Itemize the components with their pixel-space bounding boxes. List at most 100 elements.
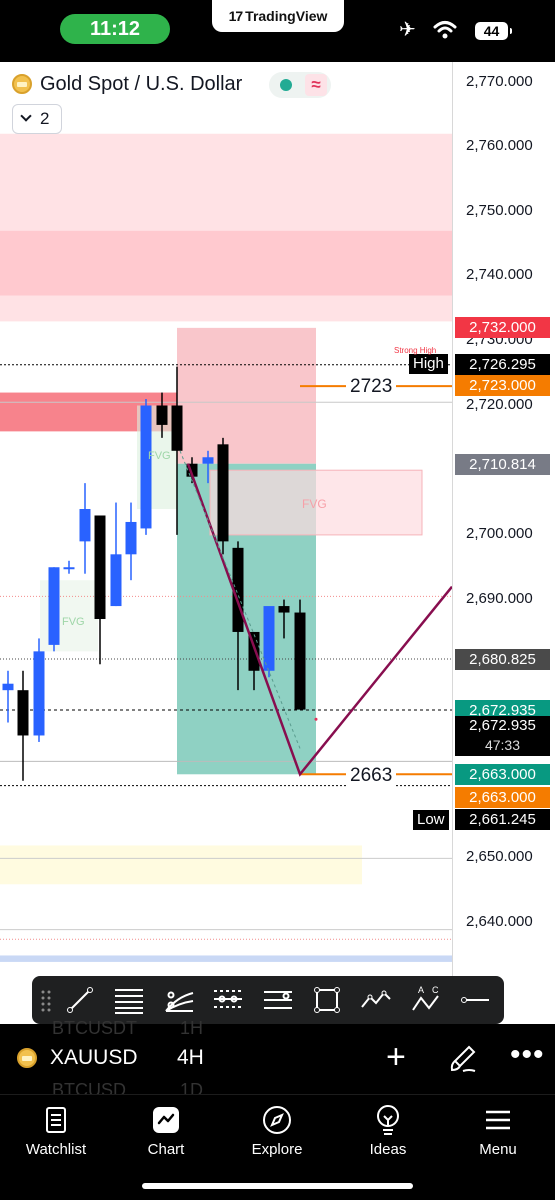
bar-countdown: 2,672.935 47:33 [455, 716, 550, 756]
lightbulb-icon [377, 1105, 399, 1135]
abcd-pattern-tool-icon[interactable]: AC [406, 980, 446, 1020]
price-axis[interactable] [452, 62, 453, 1024]
nav-menu-label: Menu [479, 1141, 517, 1158]
drawing-brush-icon[interactable] [449, 1044, 477, 1079]
symbol-title[interactable]: Gold Spot / U.S. Dollar [40, 73, 242, 96]
candle-body [63, 567, 75, 570]
more-options-icon[interactable]: ••• [510, 1040, 545, 1070]
battery-icon: 44 [475, 22, 512, 40]
supply-zone-strong [0, 230, 452, 296]
nav-explore-label: Explore [251, 1141, 303, 1158]
price-tick: 2,750.000 [466, 202, 533, 219]
home-indicator [142, 1183, 413, 1189]
candle-body [263, 606, 275, 671]
nav-ideas-label: Ideas [369, 1141, 407, 1158]
low-tag: Low [413, 810, 449, 830]
target-green-label: 2,663.000 [455, 764, 550, 785]
bottom-band [0, 955, 452, 962]
candle-body [110, 554, 122, 607]
tradingview-logo-icon: 17 [228, 8, 244, 24]
level-text-lower[interactable]: 2663 [346, 765, 397, 787]
nav-chart[interactable]: Chart [116, 1103, 216, 1158]
compass-icon [263, 1106, 291, 1134]
parallel-channel-tool-icon[interactable] [208, 980, 248, 1020]
resistance-price-label: 2,732.000 [455, 317, 550, 338]
demand-zone [0, 845, 362, 885]
short-stop-zone [177, 327, 316, 464]
gold-symbol-icon [12, 74, 32, 94]
market-status-pill[interactable]: ≈ [269, 72, 331, 98]
target-orange-label: 2,663.000 [455, 787, 550, 808]
svg-text:A: A [418, 985, 424, 995]
candle-body [94, 515, 106, 620]
gold-symbol-icon [17, 1048, 37, 1068]
symbol-row: BTCUSDT 1H BTCUSD 1D XAUUSD 4H + ••• [0, 1018, 555, 1100]
candle-body [33, 651, 45, 736]
fib-retracement-tool-icon[interactable] [109, 980, 149, 1020]
watchlist-icon [46, 1107, 66, 1133]
fvg-label-left: FVG [62, 616, 85, 628]
candle-body [156, 405, 168, 425]
ghost-ticker: BTCUSDT [52, 1018, 137, 1038]
fvg-label-mid: FVG [148, 450, 171, 462]
chart-header: Gold Spot / U.S. Dollar [12, 70, 243, 98]
toolbar-grip-icon[interactable] [41, 988, 51, 1012]
gray-level-label: 2,710.814 [455, 454, 550, 475]
price-tick: 2,760.000 [466, 137, 533, 154]
price-tick: 2,700.000 [466, 525, 533, 542]
wave-icon: ≈ [305, 74, 327, 96]
indicators-collapse-button[interactable]: 2 [12, 104, 62, 134]
level-text-upper[interactable]: 2723 [346, 376, 397, 398]
chart-area[interactable]: Gold Spot / U.S. Dollar ≈ 2 2,770.000 2,… [0, 62, 555, 1024]
orange-level-label: 2,723.000 [455, 375, 550, 396]
low-price-label: 2,661.245 [455, 809, 550, 830]
candle-body [79, 509, 91, 542]
wifi-icon [433, 20, 457, 44]
market-open-dot-icon [280, 79, 292, 91]
symbol-ticker-button[interactable]: XAUUSD [50, 1046, 138, 1070]
high-tag: High [409, 354, 448, 374]
strong-high-annotation: Strong High [394, 346, 437, 355]
candle-body [171, 405, 183, 451]
interval-button[interactable]: 4H [177, 1046, 204, 1070]
fvg-label-right: FVG [302, 497, 327, 511]
nav-menu[interactable]: Menu [448, 1103, 548, 1158]
add-plus-icon[interactable]: + [386, 1040, 406, 1074]
price-tick: 2,690.000 [466, 590, 533, 607]
ghost-interval: 1H [180, 1018, 204, 1038]
candle-body [48, 567, 60, 645]
svg-text:C: C [432, 985, 439, 995]
price-tick: 2,650.000 [466, 848, 533, 865]
price-tick: 2,640.000 [466, 913, 533, 930]
pitchfork-tool-icon[interactable] [159, 980, 199, 1020]
nav-ideas[interactable]: Ideas [338, 1103, 438, 1158]
candle-body [202, 457, 214, 464]
nav-chart-label: Chart [147, 1141, 185, 1158]
path-tool-icon[interactable] [356, 980, 396, 1020]
candle-body [217, 444, 229, 542]
nav-watchlist[interactable]: Watchlist [6, 1103, 106, 1158]
marker-dot [314, 717, 318, 721]
countdown-timer: 47:33 [484, 737, 521, 753]
candle-body [294, 612, 306, 710]
price-tick: 2,740.000 [466, 266, 533, 283]
status-bar: 11:12 17 TradingView ✈ 44 [0, 0, 555, 62]
status-time: 11:12 [60, 14, 170, 44]
price-tick: 2,770.000 [466, 73, 533, 90]
chart-icon [153, 1107, 179, 1133]
candle-body [125, 521, 137, 555]
airplane-icon: ✈ [399, 19, 416, 41]
nav-explore[interactable]: Explore [227, 1103, 327, 1158]
tradingview-banner-label: TradingView [245, 8, 328, 24]
chevron-down-icon [20, 110, 32, 122]
dark-level-label: 2,680.825 [455, 649, 550, 670]
rectangle-tool-icon[interactable] [307, 980, 347, 1020]
candle-body [17, 690, 29, 736]
tradingview-banner[interactable]: 17 TradingView [212, 0, 344, 32]
regression-tool-icon[interactable] [258, 980, 298, 1020]
trend-line-tool-icon[interactable] [60, 980, 100, 1020]
candle-body [140, 405, 152, 529]
horizontal-ray-tool-icon[interactable] [455, 980, 495, 1020]
candle-body [2, 683, 14, 691]
high-price-label: 2,726.295 [455, 354, 550, 375]
